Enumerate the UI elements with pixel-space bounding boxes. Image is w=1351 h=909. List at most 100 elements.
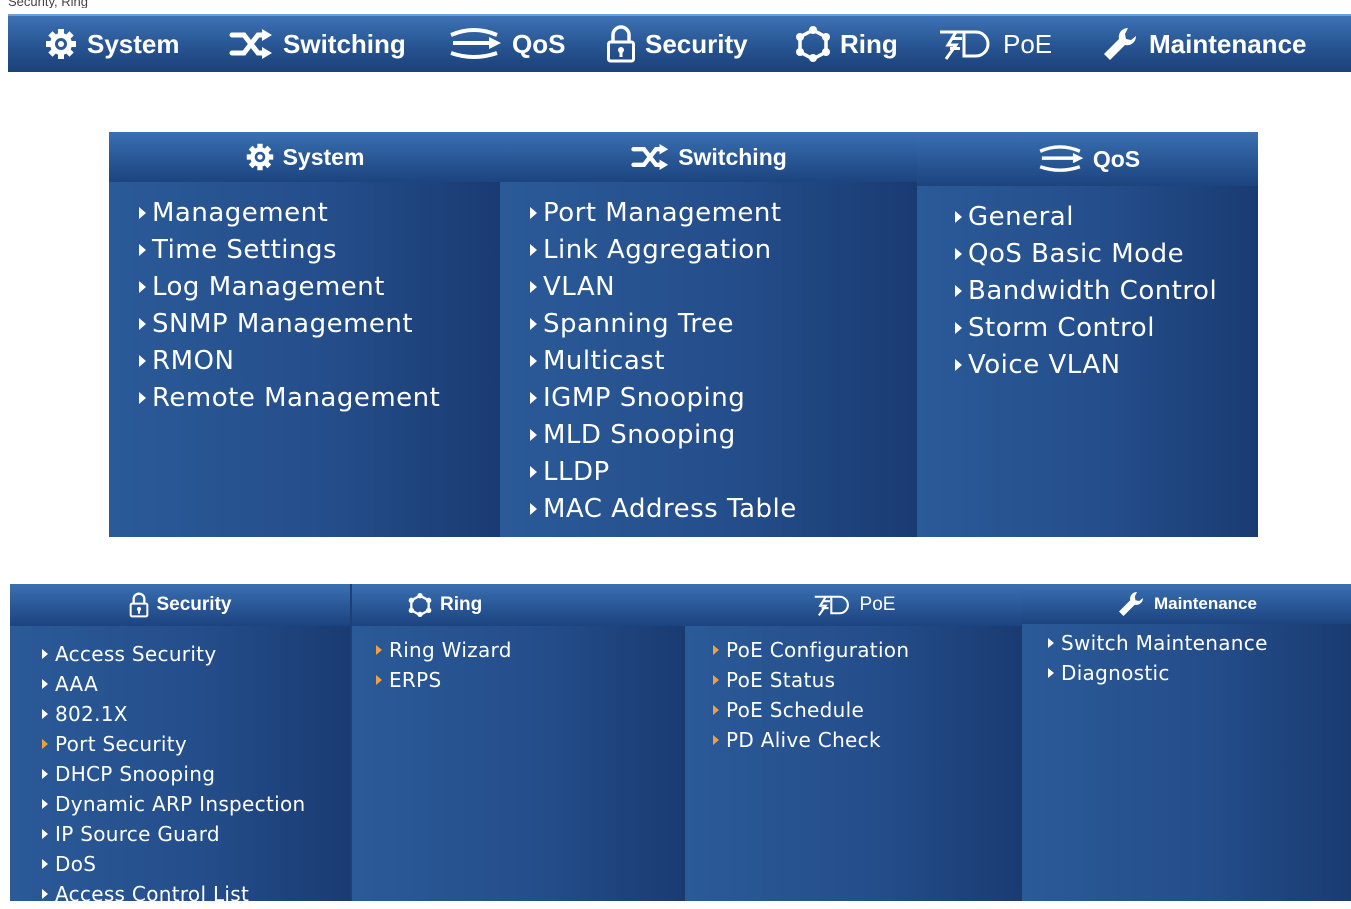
menu-item-switch-maintenance[interactable]: Switch Maintenance <box>1048 628 1351 658</box>
menu-item-aaa[interactable]: AAA <box>42 669 350 699</box>
menu-item-label: Port Management <box>543 197 782 228</box>
nav-switching[interactable]: Switching <box>228 16 406 72</box>
menu-item-access-control-list[interactable]: Access Control List <box>42 879 350 909</box>
qos-header-label: QoS <box>1092 145 1141 172</box>
gear-icon <box>44 27 78 61</box>
nav-ring[interactable]: Ring <box>795 16 898 72</box>
menu-item-label: Access Control List <box>55 882 250 906</box>
menu-item-mac-address-table[interactable]: MAC Address Table <box>530 490 917 527</box>
menu-item-label: Dynamic ARP Inspection <box>55 792 306 816</box>
poe-header[interactable]: PoE <box>685 584 1022 626</box>
arrow-icon <box>713 705 719 715</box>
menu-item-qos-basic-mode[interactable]: QoS Basic Mode <box>955 235 1258 272</box>
menu-item-dhcp-snooping[interactable]: DHCP Snooping <box>42 759 350 789</box>
menu-item-port-management[interactable]: Port Management <box>530 194 917 231</box>
nav-qos[interactable]: QoS <box>445 16 565 72</box>
system-header[interactable]: System <box>109 132 500 182</box>
menu-item-time-settings[interactable]: Time Settings <box>139 231 500 268</box>
nav-maintenance[interactable]: Maintenance <box>1100 16 1307 72</box>
arrow-icon <box>1048 638 1054 648</box>
menu-item-log-management[interactable]: Log Management <box>139 268 500 305</box>
nav-poe-label: PoE <box>1003 28 1053 59</box>
menu-item-label: IP Source Guard <box>55 822 220 846</box>
menu-item-dos[interactable]: DoS <box>42 849 350 879</box>
menu-item-link-aggregation[interactable]: Link Aggregation <box>530 231 917 268</box>
ring-column: Ring Ring Wizard ERPS <box>352 584 685 901</box>
menu-item-label: PoE Status <box>726 668 836 692</box>
wrench-icon <box>1116 589 1146 619</box>
poe-menu-list: PoE Configuration PoE Status PoE Schedul… <box>713 635 1022 755</box>
nav-system-label: System <box>87 28 180 59</box>
wrench-icon <box>1100 24 1140 64</box>
security-menu-list: Access Security AAA 802.1X Port Security… <box>42 639 350 909</box>
menu-item-label: Time Settings <box>152 234 338 265</box>
arrow-icon <box>42 709 48 719</box>
menu-item-ip-source-guard[interactable]: IP Source Guard <box>42 819 350 849</box>
menu-item-multicast[interactable]: Multicast <box>530 342 917 379</box>
switching-header-label: Switching <box>678 143 787 170</box>
menu-item-diagnostic[interactable]: Diagnostic <box>1048 658 1351 688</box>
menu-item-mld-snooping[interactable]: MLD Snooping <box>530 416 917 453</box>
menu-item-ring-wizard[interactable]: Ring Wizard <box>376 635 685 665</box>
ring-header[interactable]: Ring <box>352 584 685 626</box>
arrow-icon <box>139 206 146 219</box>
menu-item-8021x[interactable]: 802.1X <box>42 699 350 729</box>
arrow-icon <box>955 247 962 260</box>
menu-item-erps[interactable]: ERPS <box>376 665 685 695</box>
menu-item-poe-schedule[interactable]: PoE Schedule <box>713 695 1022 725</box>
menu-item-igmp-snooping[interactable]: IGMP Snooping <box>530 379 917 416</box>
menu-item-port-security[interactable]: Port Security <box>42 729 350 759</box>
arrow-icon <box>530 243 537 256</box>
menu-item-label: DoS <box>55 852 97 876</box>
menu-item-label: PoE Schedule <box>726 698 865 722</box>
menu-item-lldp[interactable]: LLDP <box>530 453 917 490</box>
system-header-label: System <box>282 143 365 170</box>
arrow-icon <box>376 675 382 685</box>
nav-security[interactable]: Security <box>606 16 748 72</box>
lock-icon <box>129 592 149 618</box>
menu-item-poe-status[interactable]: PoE Status <box>713 665 1022 695</box>
menu-item-bandwidth-control[interactable]: Bandwidth Control <box>955 272 1258 309</box>
menu-item-poe-configuration[interactable]: PoE Configuration <box>713 635 1022 665</box>
nav-ring-label: Ring <box>840 28 898 59</box>
menu-panel-2: Security Access Security AAA 802.1X Port… <box>10 584 1351 906</box>
menu-item-access-security[interactable]: Access Security <box>42 639 350 669</box>
menu-item-rmon[interactable]: RMON <box>139 342 500 379</box>
arrow-icon <box>713 645 719 655</box>
menu-item-snmp-management[interactable]: SNMP Management <box>139 305 500 342</box>
menu-item-label: PD Alive Check <box>726 728 881 752</box>
arrow-icon <box>530 502 537 515</box>
system-column: System Management Time Settings Log Mana… <box>109 132 500 537</box>
nav-qos-label: QoS <box>512 28 566 59</box>
maintenance-header[interactable]: Maintenance <box>1022 584 1351 624</box>
security-header[interactable]: Security <box>10 584 350 626</box>
menu-item-label: Diagnostic <box>1061 661 1170 685</box>
arrow-icon <box>42 649 48 659</box>
menu-item-label: Voice VLAN <box>968 349 1121 380</box>
menu-item-pd-alive-check[interactable]: PD Alive Check <box>713 725 1022 755</box>
ring-menu-list: Ring Wizard ERPS <box>376 635 685 695</box>
arrow-icon <box>955 210 962 223</box>
menu-item-label: SNMP Management <box>152 308 414 339</box>
security-column: Security Access Security AAA 802.1X Port… <box>10 584 350 906</box>
menu-item-management[interactable]: Management <box>139 194 500 231</box>
menu-item-label: MLD Snooping <box>543 419 736 450</box>
menu-item-general[interactable]: General <box>955 198 1258 235</box>
menu-item-spanning-tree[interactable]: Spanning Tree <box>530 305 917 342</box>
switching-menu-list: Port Management Link Aggregation VLAN Sp… <box>530 194 917 527</box>
arrow-icon <box>530 428 537 441</box>
poe-icon <box>812 593 852 617</box>
menu-item-voice-vlan[interactable]: Voice VLAN <box>955 346 1258 383</box>
nav-system[interactable]: System <box>44 16 180 72</box>
switching-header[interactable]: Switching <box>500 132 917 182</box>
menu-item-storm-control[interactable]: Storm Control <box>955 309 1258 346</box>
arrow-icon <box>530 354 537 367</box>
menu-item-vlan[interactable]: VLAN <box>530 268 917 305</box>
menu-item-remote-management[interactable]: Remote Management <box>139 379 500 416</box>
maintenance-column: Maintenance Switch Maintenance Diagnosti… <box>1022 584 1351 901</box>
nav-poe[interactable]: PoE <box>936 16 1052 72</box>
menu-item-dynamic-arp-inspection[interactable]: Dynamic ARP Inspection <box>42 789 350 819</box>
ring-icon <box>408 593 432 617</box>
qos-header[interactable]: QoS <box>917 132 1258 186</box>
arrow-icon <box>42 889 48 899</box>
